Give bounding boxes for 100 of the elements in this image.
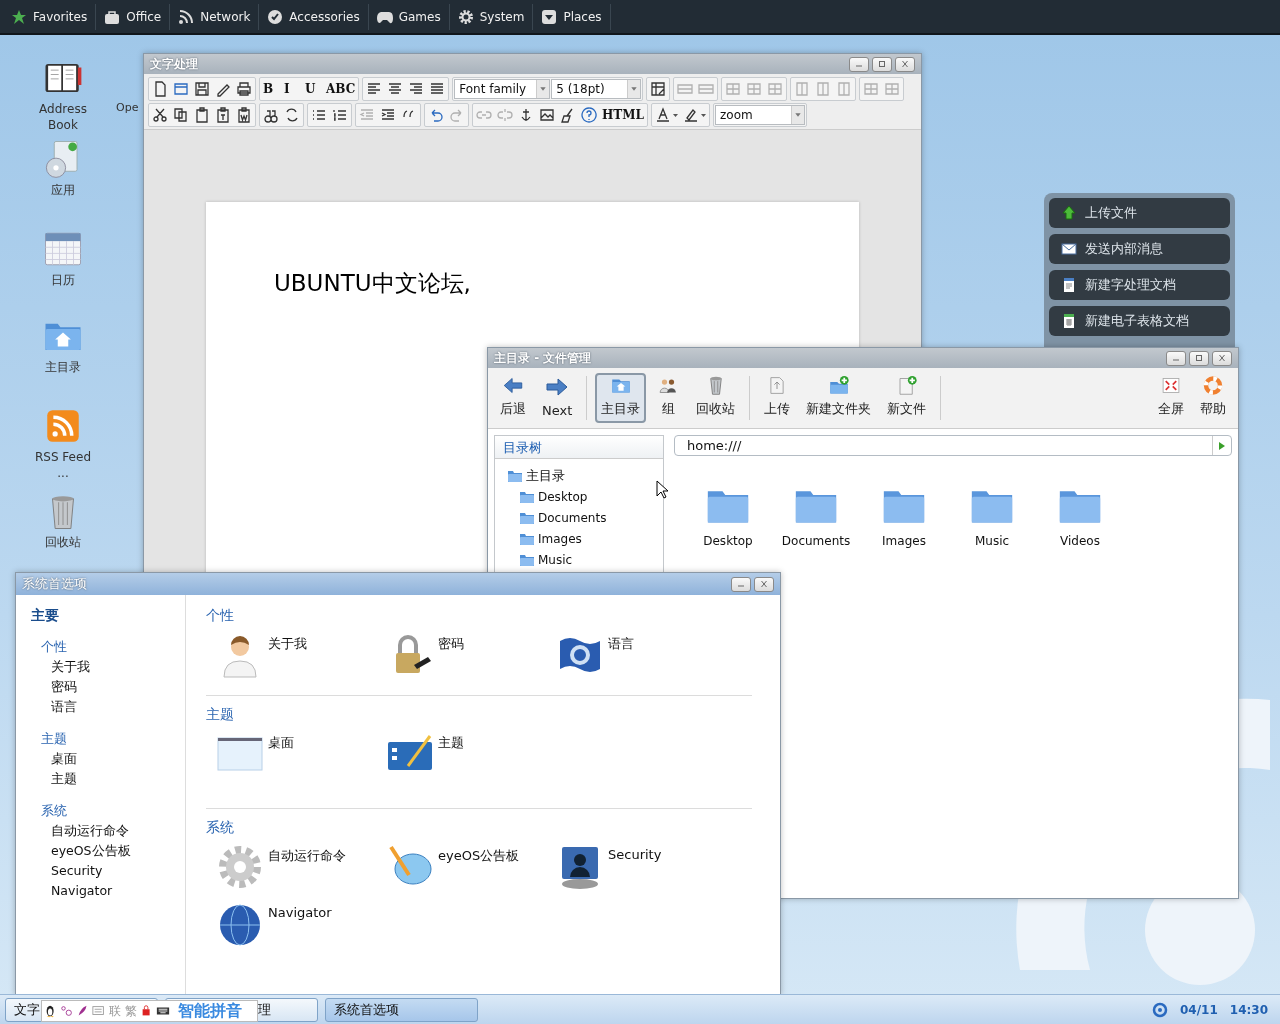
menu-item[interactable]: Places [533, 3, 611, 30]
quick-action-button[interactable]: 上传文件 [1049, 198, 1230, 228]
preference-link[interactable]: 关于我 [268, 635, 307, 653]
taskbar-button[interactable]: 系统首选项 [325, 997, 478, 1022]
ring-icon[interactable] [1152, 1001, 1168, 1018]
maximize-button[interactable] [1189, 350, 1209, 366]
minimize-button[interactable] [1166, 350, 1186, 366]
desktop-icon-label[interactable]: 日历 [51, 272, 75, 288]
toolbar-button[interactable]: 帮助 [1194, 373, 1232, 423]
align-left-icon [366, 81, 383, 97]
preference-link[interactable]: Navigator [268, 905, 332, 920]
menu-item[interactable]: System [449, 3, 534, 30]
minimize-button[interactable] [731, 576, 751, 592]
preference-link[interactable]: 主题 [438, 734, 464, 752]
preference-link[interactable]: 自动运行命令 [268, 847, 346, 865]
toolbar-button[interactable]: 全屏 [1152, 373, 1190, 423]
preference-link[interactable]: 密码 [438, 635, 464, 653]
sidebar-link[interactable]: 桌面 [41, 749, 185, 769]
align-justify-icon [429, 81, 446, 97]
sidebar-link[interactable]: 语言 [41, 697, 185, 717]
indent-icon [380, 107, 396, 123]
align-center-icon [387, 81, 404, 97]
preference-link[interactable]: eyeOS公告板 [438, 847, 520, 865]
quick-action-button[interactable]: 发送内部消息 [1049, 234, 1230, 264]
toolbar-button[interactable]: ABC [324, 79, 358, 99]
sidebar-group-link[interactable]: 个性 [41, 637, 185, 657]
envelope-icon [1061, 241, 1077, 257]
input-method-name[interactable]: 智能拼音 [178, 1000, 242, 1022]
toolbar-button[interactable]: HTML [600, 105, 646, 125]
file-name[interactable]: Images [882, 534, 926, 548]
tree-item[interactable]: Music [507, 551, 663, 568]
table-icon [746, 81, 763, 97]
caret-icon [701, 113, 706, 117]
sidebar-link[interactable]: 自动运行命令 [41, 821, 185, 841]
dropdown[interactable]: Font family [454, 79, 551, 99]
toolbar-button[interactable]: 组 [650, 373, 687, 423]
file-name[interactable]: Music [974, 534, 1010, 548]
toolbar-button[interactable]: 新建文件夹 [800, 373, 878, 423]
maximize-button[interactable] [872, 56, 892, 72]
sidebar-group-link[interactable]: 主题 [41, 729, 185, 749]
menu-item[interactable]: Favorites [3, 3, 97, 30]
file-name[interactable]: Videos [1060, 534, 1100, 548]
close-icon [900, 60, 910, 68]
menu-item[interactable]: Accessories [259, 3, 369, 30]
document-text[interactable]: UBUNTU中文论坛, [274, 270, 471, 296]
tree-item[interactable]: Documents [507, 509, 663, 526]
copy-icon [173, 107, 189, 123]
fullscreen-icon [1159, 375, 1183, 396]
close-button[interactable] [895, 56, 915, 72]
desktop-icon-label[interactable]: 主目录 [45, 359, 81, 375]
sidebar-link[interactable]: 主题 [41, 769, 185, 789]
desktop-icon-label[interactable]: 回收站 [45, 534, 81, 550]
dropdown[interactable]: 5 (18pt) [551, 79, 642, 99]
quick-action-button[interactable]: 新建字处理文档 [1049, 270, 1230, 300]
toolbar-button[interactable]: 上传 [758, 373, 797, 423]
toolbar-button[interactable]: Next [536, 373, 579, 423]
right-arrow-icon [545, 375, 570, 399]
desktop-icon-label[interactable]: Address Book [39, 101, 87, 133]
clipboard-word-icon [236, 107, 252, 123]
file-name[interactable]: Desktop [703, 534, 753, 548]
toolbar-button[interactable]: 主目录 [595, 373, 647, 423]
tree-item[interactable]: Images [507, 530, 663, 547]
table-column-icon [815, 81, 832, 97]
section-heading: 系统 [206, 819, 235, 837]
close-button[interactable] [754, 576, 774, 592]
quick-action-button[interactable]: 新建电子表格文档 [1049, 306, 1230, 336]
preference-link[interactable]: 桌面 [268, 734, 294, 752]
sidebar-group-link[interactable]: 系统 [41, 801, 185, 821]
toolbar-button[interactable] [234, 79, 254, 99]
dropdown[interactable]: zoom [715, 105, 805, 125]
sidebar-link[interactable]: 密码 [41, 677, 185, 697]
toolbar-button[interactable]: B [261, 79, 281, 99]
table-column-icon [794, 81, 811, 97]
preference-link[interactable]: 语言 [608, 635, 634, 653]
broken-link-icon [497, 107, 513, 123]
sidebar-link[interactable]: eyeOS公告板 [41, 841, 185, 861]
preference-link[interactable]: Security [608, 847, 662, 862]
toolbar-button[interactable]: U [303, 79, 323, 99]
sidebar-link[interactable]: 关于我 [41, 657, 185, 677]
sidebar-link[interactable]: Security [41, 861, 185, 881]
minimize-button[interactable] [849, 56, 869, 72]
tree-item[interactable]: 主目录 [507, 467, 663, 484]
toolbar-button[interactable] [192, 79, 212, 99]
toolbar-button[interactable]: 后退 [494, 373, 532, 423]
toolbar-button[interactable]: 回收站 [690, 373, 742, 423]
menu-item[interactable]: Network [170, 3, 260, 30]
desktop-icon-label[interactable]: 应用 [51, 182, 75, 198]
sidebar-link[interactable]: Navigator [41, 881, 185, 901]
window-icon [173, 81, 189, 97]
menu-item[interactable]: Games [368, 3, 450, 30]
address-field[interactable]: home:/// [674, 435, 1232, 456]
toolbar-button[interactable]: 新文件 [881, 373, 933, 423]
table-icon [884, 81, 901, 97]
window-title: 文字处理 [150, 55, 198, 73]
toolbar-button[interactable]: I [282, 79, 302, 99]
desktop-icon-label[interactable]: Ope [116, 101, 139, 114]
close-button[interactable] [1212, 350, 1232, 366]
file-name[interactable]: Documents [781, 534, 851, 548]
desktop-icon-label[interactable]: RSS Feed ... [35, 449, 91, 481]
menu-item[interactable]: Office [96, 3, 171, 30]
